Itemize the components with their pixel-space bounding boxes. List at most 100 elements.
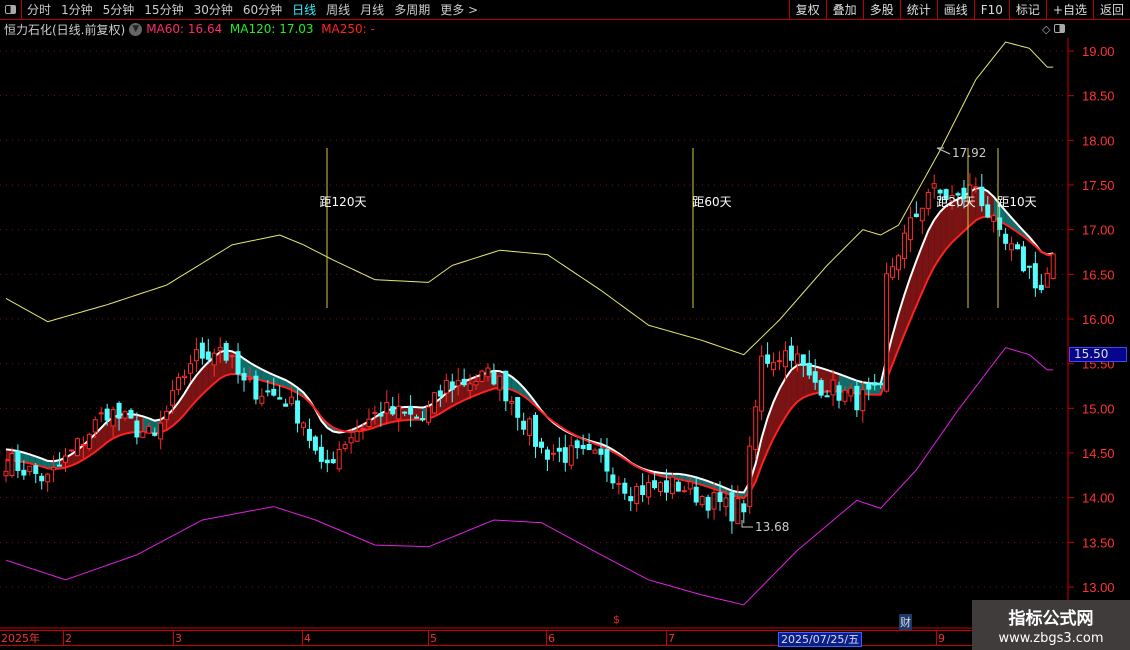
candle-body xyxy=(116,402,122,419)
candle-body xyxy=(872,382,878,386)
candle-body xyxy=(396,405,402,420)
candle-body xyxy=(265,390,271,393)
candle-body xyxy=(693,486,699,503)
candle-body xyxy=(675,481,681,492)
candle-body xyxy=(277,397,283,400)
candle-body xyxy=(771,361,777,371)
candle-body xyxy=(991,215,997,222)
candle-body xyxy=(449,381,455,390)
candle-body xyxy=(68,449,74,452)
candle-body xyxy=(497,375,503,391)
s-marker[interactable]: $ xyxy=(613,613,620,626)
candle-body xyxy=(259,395,265,404)
last-price-tag: 15.50 xyxy=(1069,347,1127,362)
distance-marker-label: 距60天 xyxy=(692,195,731,209)
candle-body xyxy=(408,406,414,415)
candle-body xyxy=(21,469,27,476)
candle-body xyxy=(211,352,217,366)
candle-body xyxy=(931,183,937,189)
candle-body xyxy=(27,465,33,473)
candle-body xyxy=(1009,243,1015,251)
candle-body xyxy=(104,408,110,421)
date-label: 7 xyxy=(666,631,675,646)
candle-body xyxy=(122,411,128,419)
distance-marker-label: 距20天 xyxy=(936,195,975,209)
candle-body xyxy=(687,481,693,490)
date-label: 3 xyxy=(173,631,182,646)
candle-body xyxy=(324,459,330,464)
candle-body xyxy=(503,370,509,402)
candle-body xyxy=(57,464,63,467)
candle-body xyxy=(9,453,15,476)
candle-body xyxy=(63,455,68,463)
candle-body xyxy=(98,412,104,415)
candle-body xyxy=(907,217,913,241)
candle-body xyxy=(634,485,640,504)
candle-body xyxy=(229,355,235,358)
candle-body xyxy=(610,474,616,484)
date-label: 5 xyxy=(428,631,437,646)
candle-body xyxy=(295,400,301,424)
candle-body xyxy=(182,375,187,379)
candle-body xyxy=(1032,263,1038,289)
price-tick-label: 18.50 xyxy=(1082,89,1115,104)
candle-body xyxy=(622,482,628,494)
candle-body xyxy=(134,420,140,438)
candle-body xyxy=(616,482,622,485)
date-axis: 2025/07/25/五 2025年 2 3 4 5 6 7 9 xyxy=(0,630,972,647)
candle-body xyxy=(848,387,854,397)
candle-body xyxy=(973,186,979,189)
kline-chart[interactable]: 19.00 18.50 18.00 17.50 17.00 16.50 16.00 15.50… xyxy=(0,0,1130,630)
date-label: 4 xyxy=(302,631,311,646)
candle-body xyxy=(669,476,675,495)
candle-body xyxy=(301,422,306,428)
candle-body xyxy=(788,345,794,361)
candle-body xyxy=(491,371,497,385)
price-tick-label: 14.50 xyxy=(1082,446,1115,461)
candle-body xyxy=(913,213,919,218)
candle-body xyxy=(283,403,289,407)
candle-body xyxy=(985,204,991,218)
candle-body xyxy=(979,186,985,207)
date-label: 2025年 xyxy=(1,632,40,645)
candle-body xyxy=(354,430,360,442)
candle-body xyxy=(896,255,901,271)
candle-body xyxy=(550,452,556,455)
distance-marker-label: 距10天 xyxy=(997,195,1036,209)
candle-body xyxy=(925,191,931,210)
candle-body xyxy=(217,346,223,351)
candle-body xyxy=(663,480,669,493)
candle-body xyxy=(937,189,943,194)
candle-body xyxy=(544,449,550,460)
candle-body xyxy=(854,385,860,411)
candle-body xyxy=(140,431,146,438)
candle-body xyxy=(860,389,866,412)
candle-body xyxy=(312,436,318,451)
candle-body xyxy=(574,440,580,449)
finance-marker[interactable]: 财 xyxy=(899,614,912,630)
candle-body xyxy=(378,412,384,417)
candle-body xyxy=(836,385,842,401)
candle-body xyxy=(158,422,164,440)
candle-body xyxy=(199,342,205,359)
candle-body xyxy=(812,371,818,383)
candle-body xyxy=(414,416,420,419)
candle-body xyxy=(366,418,372,427)
candle-body xyxy=(556,447,562,452)
candle-body xyxy=(485,367,491,378)
candle-body xyxy=(884,273,890,392)
candle-body xyxy=(455,380,461,387)
candle-body xyxy=(794,353,800,365)
candle-body xyxy=(901,232,907,259)
candle-body xyxy=(711,492,717,510)
candle-body xyxy=(289,396,295,405)
candle-body xyxy=(74,438,80,457)
lower-band-line xyxy=(5,346,1054,606)
candle-body xyxy=(164,410,170,421)
candle-body xyxy=(51,467,57,471)
candle-body xyxy=(402,411,408,414)
candle-body xyxy=(33,465,39,474)
candle-body xyxy=(170,390,176,406)
candle-body xyxy=(818,380,824,396)
candle-body xyxy=(271,388,277,396)
